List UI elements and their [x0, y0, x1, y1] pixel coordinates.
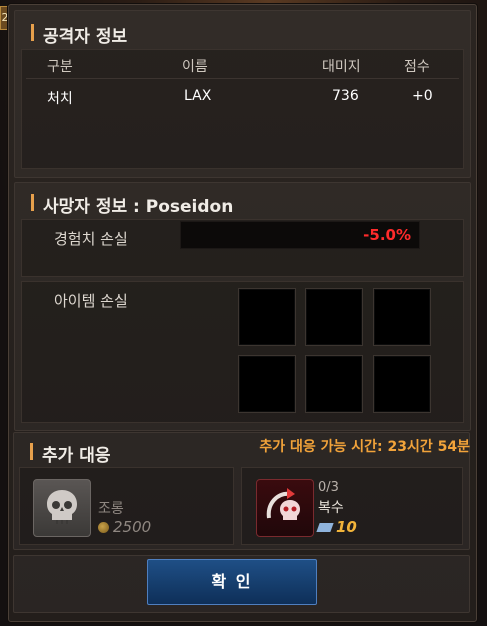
header-type: 구분 [47, 59, 73, 75]
skull-revenge-icon[interactable] [256, 479, 314, 537]
item-loss-label: 아이템 손실 [54, 292, 128, 310]
timer-text: 추가 대응 가능 시간: 23시간 54분 [259, 439, 470, 455]
mock-cost: 2500 [98, 518, 151, 536]
exp-loss-value: -5.0% [363, 226, 411, 244]
row-damage: 736 [332, 88, 359, 104]
skull-icon[interactable] [33, 479, 91, 537]
mock-label: 조롱 [98, 501, 124, 517]
attacker-table: 구분 이름 대미지 점수 처치 LAX 736 +0 [21, 49, 464, 169]
ticket-icon [316, 523, 334, 532]
item-slot[interactable] [238, 288, 296, 346]
revenge-cost-value: 10 [336, 518, 357, 536]
item-slot[interactable] [238, 355, 296, 413]
row-name: LAX [184, 88, 212, 104]
revenge-label: 복수 [318, 500, 344, 516]
revenge-count: 0/3 [318, 480, 339, 495]
header-divider [26, 78, 459, 79]
coin-icon [98, 522, 109, 533]
additional-title: 추가 대응 [30, 441, 110, 466]
header-damage: 대미지 [322, 59, 361, 75]
exp-loss-label: 경험치 손실 [54, 230, 128, 248]
item-slot[interactable] [305, 355, 363, 413]
item-slot[interactable] [373, 355, 431, 413]
item-slot[interactable] [305, 288, 363, 346]
row-type: 처치 [47, 91, 73, 107]
attacker-title: 공격자 정보 [31, 22, 127, 47]
header-score: 점수 [404, 59, 430, 75]
item-slot[interactable] [373, 288, 431, 346]
row-score: +0 [412, 88, 433, 104]
header-name: 이름 [182, 59, 208, 75]
victim-title: 사망자 정보 : Poseidon [31, 192, 233, 217]
mock-cost-value: 2500 [113, 518, 152, 536]
attacker-section: 공격자 정보 구분 이름 대미지 점수 처치 LAX 736 +0 [14, 10, 471, 178]
confirm-button[interactable]: 확 인 [147, 559, 317, 605]
exp-loss-bar: -5.0% [180, 221, 420, 249]
revenge-cost: 10 [316, 518, 357, 536]
